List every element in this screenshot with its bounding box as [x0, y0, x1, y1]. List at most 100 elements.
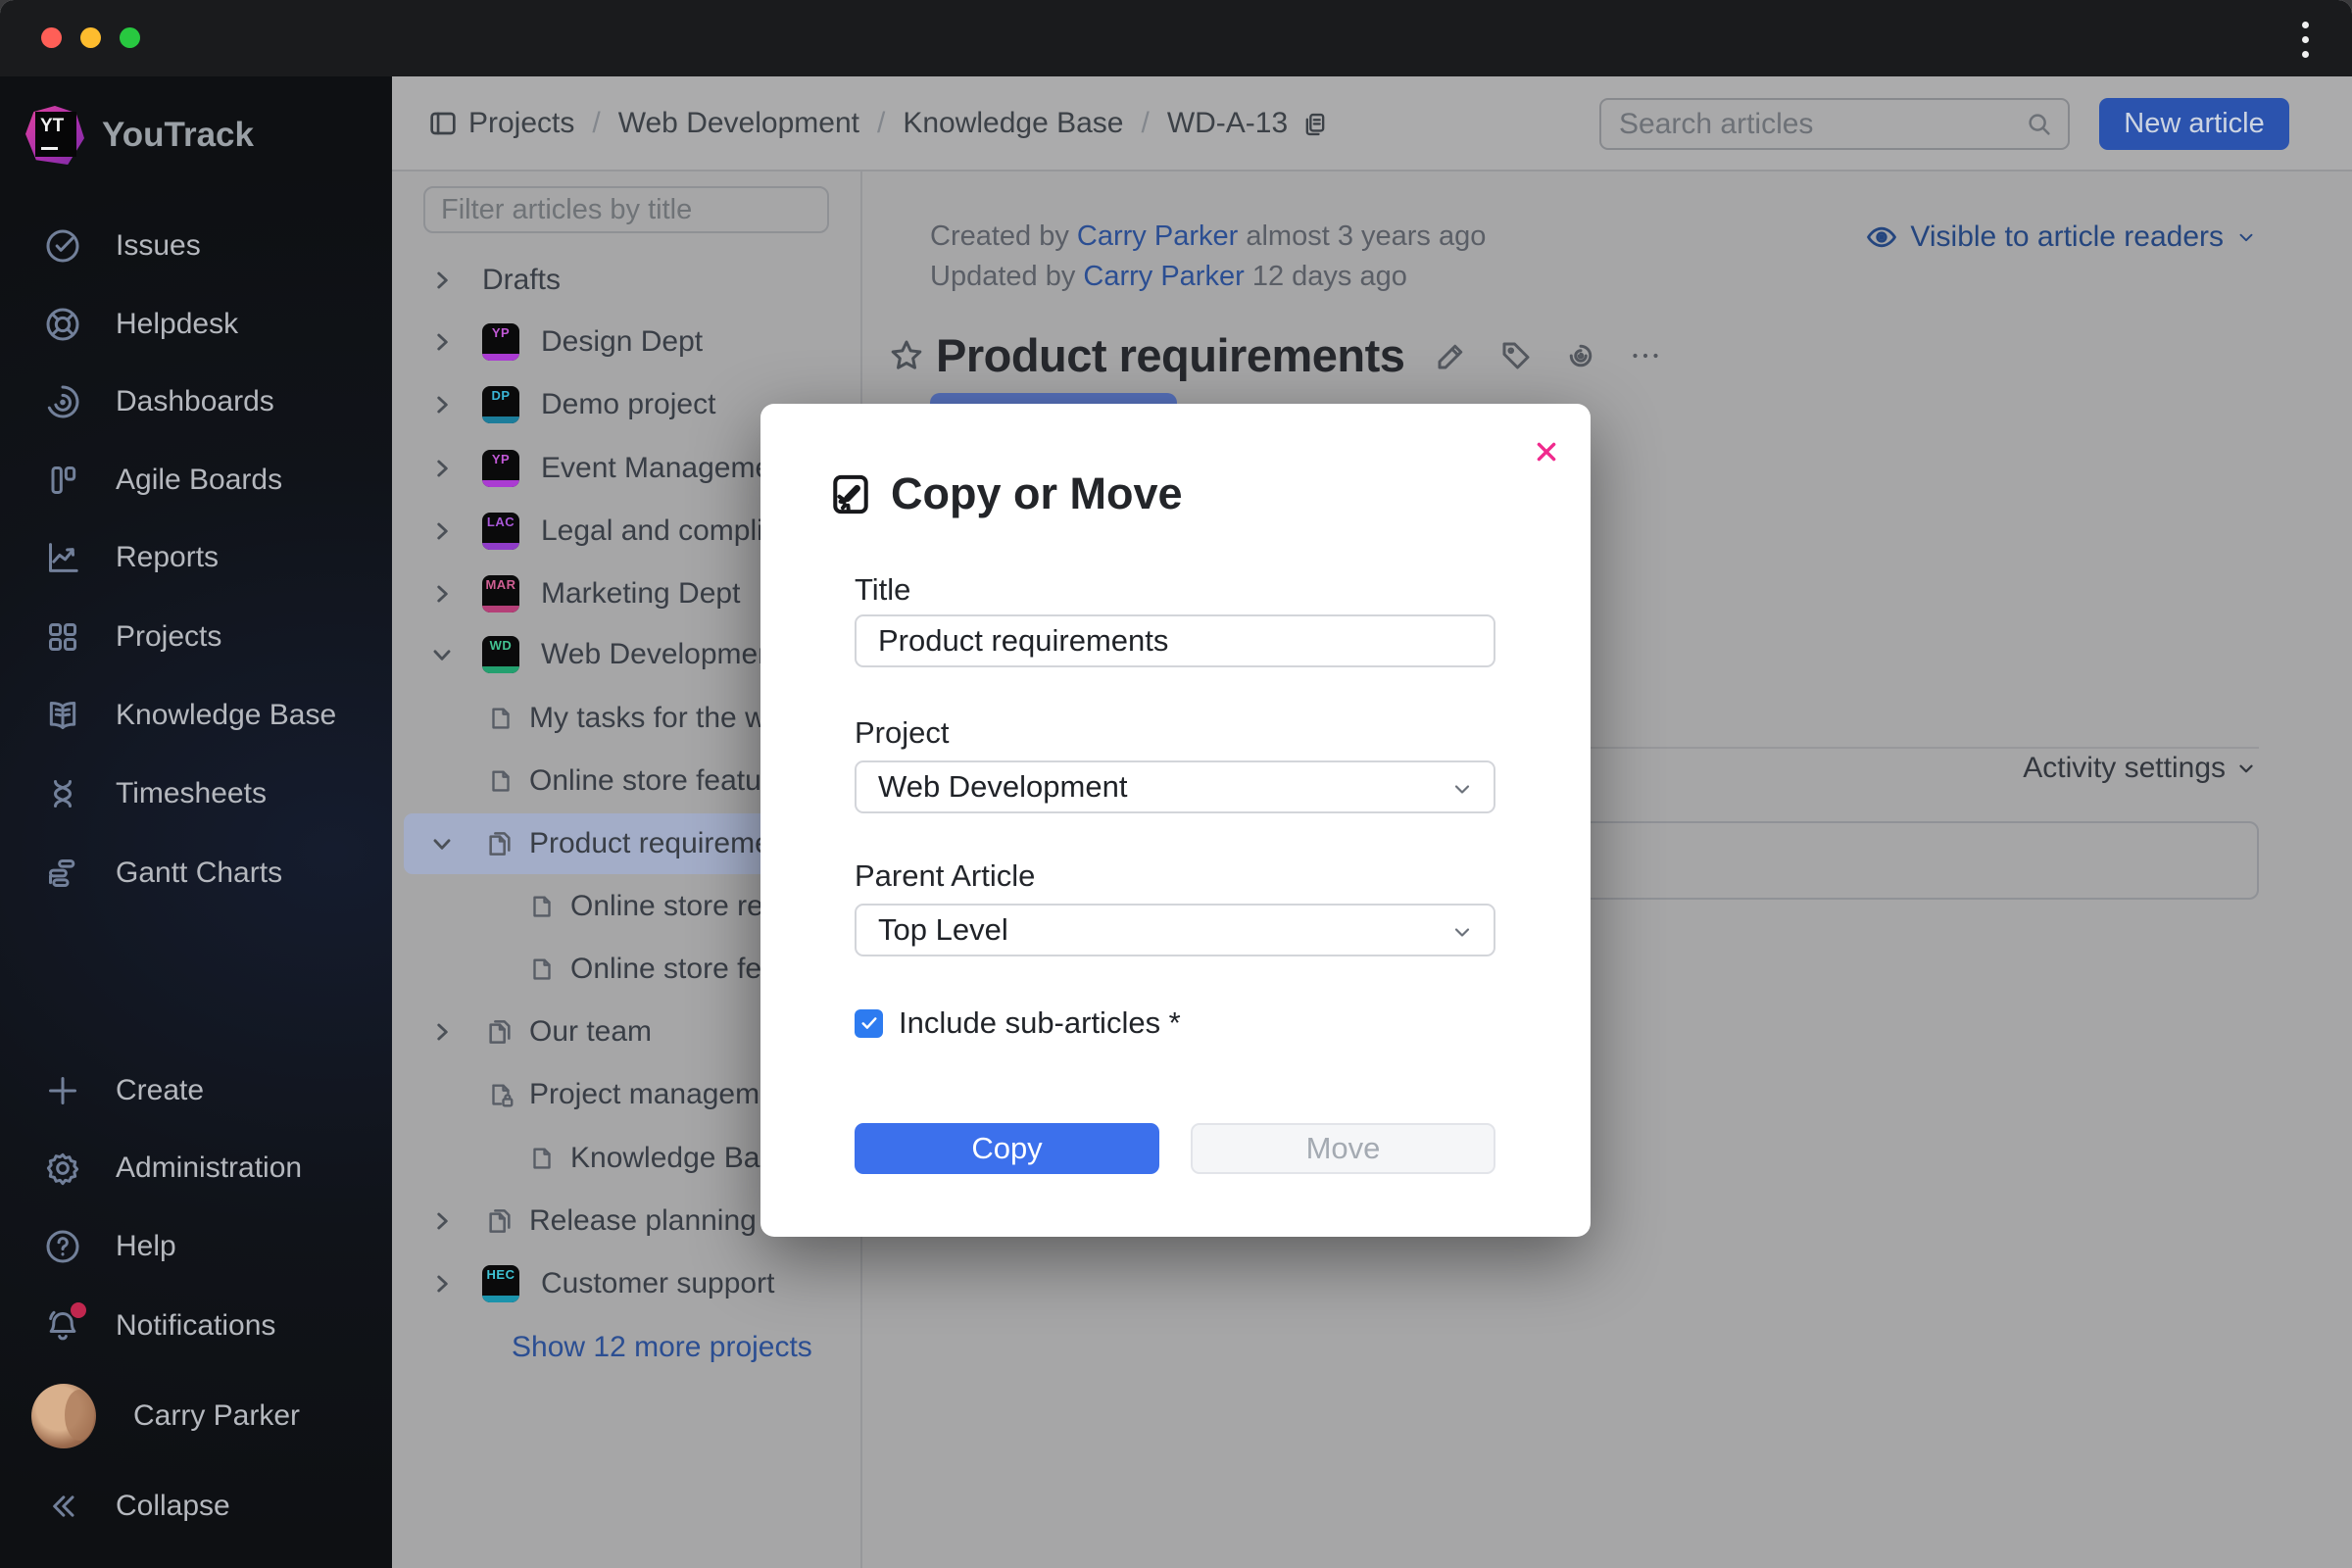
breadcrumb-projects[interactable]: Projects: [468, 107, 574, 140]
board-columns-icon: [41, 459, 84, 502]
sidebar-item-agile-boards[interactable]: Agile Boards: [0, 441, 392, 519]
updated-user-link[interactable]: Carry Parker: [1083, 261, 1244, 292]
tree-item-customer-support[interactable]: HEC Customer support: [392, 1253, 862, 1314]
youtrack-logo-icon[interactable]: YT: [25, 104, 88, 167]
sidebar-item-dashboards[interactable]: Dashboards: [0, 363, 392, 441]
show-more-projects-link[interactable]: Show 12 more projects: [512, 1317, 812, 1378]
chevron-right-icon[interactable]: [429, 392, 455, 417]
include-sub-articles-row[interactable]: Include sub-articles *: [855, 1005, 1181, 1041]
article-page-icon: [527, 892, 557, 921]
sidebar-item-create[interactable]: Create: [0, 1052, 392, 1130]
breadcrumb-project[interactable]: Web Development: [618, 107, 859, 140]
project-avatar: MAR: [482, 575, 519, 612]
new-article-button[interactable]: New article: [2099, 98, 2289, 150]
article-title-row: Product requirements: [887, 328, 1663, 382]
chevron-down-icon: [2235, 758, 2257, 779]
article-pages-icon: [484, 1205, 515, 1237]
chevron-right-icon[interactable]: [429, 329, 455, 355]
sidebar-item-administration[interactable]: Administration: [0, 1129, 392, 1207]
project-avatar: WD: [482, 636, 519, 673]
close-window-button[interactable]: [41, 27, 62, 48]
grid-squares-icon: [41, 615, 84, 659]
copy-button[interactable]: Copy: [855, 1123, 1159, 1174]
chevron-right-icon[interactable]: [429, 268, 455, 293]
close-icon[interactable]: [1532, 437, 1561, 466]
edit-pencil-icon[interactable]: [1434, 338, 1469, 373]
article-page-icon: [527, 955, 557, 984]
sidebar: YT YouTrack Issues Helpdesk Dashboards A…: [0, 76, 392, 1568]
dialog-title: Copy or Move: [891, 468, 1183, 519]
checkbox-checked[interactable]: [855, 1009, 883, 1038]
breadcrumb-article-id[interactable]: WD-A-13: [1167, 107, 1288, 140]
sidebar-item-notifications[interactable]: Notifications: [0, 1287, 392, 1365]
fullscreen-window-button[interactable]: [120, 27, 140, 48]
sidebar-item-projects[interactable]: Projects: [0, 598, 392, 676]
project-avatar: YP: [482, 323, 519, 361]
tree-item-drafts[interactable]: Drafts: [392, 250, 862, 311]
user-name: Carry Parker: [133, 1399, 300, 1433]
lifebuoy-icon: [41, 303, 84, 346]
search-placeholder: Search articles: [1619, 108, 2025, 141]
sidebar-item-helpdesk[interactable]: Helpdesk: [0, 285, 392, 364]
article-page-lock-icon: [486, 1080, 515, 1109]
search-icon: [2025, 110, 2054, 139]
tag-icon[interactable]: [1498, 338, 1534, 373]
check-circle-icon: [41, 224, 84, 268]
header-bar: Projects / Web Development / Knowledge B…: [392, 76, 2352, 172]
title-field-label: Title: [855, 572, 910, 608]
project-select[interactable]: Web Development: [855, 760, 1495, 813]
breadcrumb-knowledge-base[interactable]: Knowledge Base: [903, 107, 1123, 140]
filter-articles-input[interactable]: Filter articles by title: [423, 186, 829, 233]
chevron-right-icon[interactable]: [429, 1019, 455, 1045]
chevron-right-icon[interactable]: [429, 1208, 455, 1234]
project-avatar: LAC: [482, 513, 519, 550]
parent-article-field-label: Parent Article: [855, 858, 1035, 894]
chevron-right-icon[interactable]: [429, 456, 455, 481]
article-pages-icon: [484, 828, 515, 859]
project-avatar: YP: [482, 450, 519, 487]
copy-id-icon[interactable]: [1301, 111, 1329, 138]
sidebar-item-timesheets[interactable]: Timesheets: [0, 755, 392, 833]
sidebar-item-knowledge-base[interactable]: Knowledge Base: [0, 676, 392, 755]
open-book-icon: [41, 694, 84, 737]
filter-placeholder: Filter articles by title: [441, 194, 692, 226]
chevron-right-icon[interactable]: [429, 1271, 455, 1297]
visibility-selector[interactable]: Visible to article readers: [1865, 220, 2257, 254]
created-user-link[interactable]: Carry Parker: [1077, 220, 1238, 252]
hourglass-icon: [41, 772, 84, 815]
panel-toggle-icon[interactable]: [427, 108, 459, 139]
sidebar-item-reports[interactable]: Reports: [0, 518, 392, 597]
search-input[interactable]: Search articles: [1599, 98, 2070, 150]
chevron-down-icon[interactable]: [429, 642, 455, 667]
copy-move-article-icon: [828, 471, 873, 517]
tree-item-design-dept[interactable]: YP Design Dept: [392, 312, 862, 372]
sidebar-item-profile[interactable]: Carry Parker: [0, 1377, 392, 1455]
sidebar-item-gantt-charts[interactable]: Gantt Charts: [0, 834, 392, 912]
avatar: [31, 1384, 96, 1448]
sidebar-item-collapse[interactable]: Collapse: [0, 1467, 392, 1545]
project-avatar: DP: [482, 386, 519, 423]
chevron-down-icon: [1450, 920, 1474, 944]
chevron-right-icon[interactable]: [429, 518, 455, 544]
activity-settings-button[interactable]: Activity settings: [2023, 752, 2257, 785]
minimize-window-button[interactable]: [80, 27, 101, 48]
more-actions-icon[interactable]: [1628, 338, 1663, 373]
move-button[interactable]: Move: [1191, 1123, 1495, 1174]
mention-icon[interactable]: [1563, 338, 1598, 373]
sidebar-item-issues[interactable]: Issues: [0, 207, 392, 285]
chart-line-icon: [41, 536, 84, 579]
star-icon[interactable]: [887, 336, 926, 375]
collapse-chevrons-icon: [41, 1485, 84, 1528]
kebab-vertical-icon[interactable]: [2285, 18, 2325, 61]
chevron-right-icon[interactable]: [429, 581, 455, 607]
project-field-label: Project: [855, 715, 949, 751]
chevron-down-icon: [1450, 777, 1474, 801]
parent-article-select[interactable]: Top Level: [855, 904, 1495, 956]
dialog-header: Copy or Move: [828, 468, 1183, 519]
bell-icon: [41, 1304, 84, 1348]
title-field[interactable]: Product requirements: [855, 614, 1495, 667]
chevron-down-icon[interactable]: [429, 831, 455, 857]
sidebar-item-help[interactable]: Help: [0, 1207, 392, 1286]
chevron-down-icon: [2235, 226, 2257, 248]
window-titlebar: [0, 0, 2352, 76]
